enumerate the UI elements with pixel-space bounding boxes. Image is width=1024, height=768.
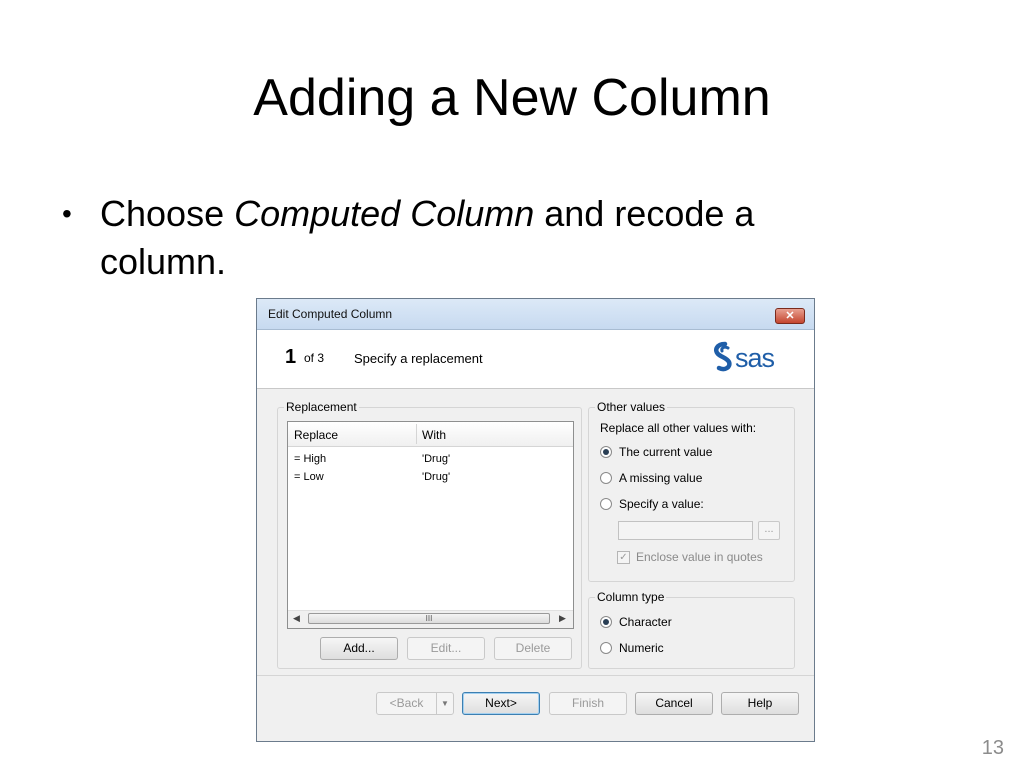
other-values-group-label: Other values	[595, 400, 668, 414]
scroll-thumb[interactable]: III	[308, 613, 550, 624]
radio-label: The current value	[619, 445, 713, 459]
step-title: Specify a replacement	[354, 351, 483, 366]
sas-logo: sas	[714, 341, 776, 373]
chevron-down-icon: ▼	[441, 699, 449, 708]
footer-divider	[257, 675, 814, 676]
dialog-title: Edit Computed Column	[268, 307, 393, 321]
radio-button[interactable]	[600, 616, 612, 628]
sas-logo-text: sas	[735, 343, 775, 373]
browse-value-button[interactable]: ...	[758, 521, 780, 540]
next-button[interactable]: Next>	[462, 692, 540, 715]
replace-other-prompt: Replace all other values with:	[600, 421, 757, 435]
bullet-emphasis: Computed Column	[234, 193, 535, 234]
delete-button[interactable]: Delete	[494, 637, 572, 660]
table-row[interactable]: = Low 'Drug'	[288, 468, 573, 486]
cancel-button[interactable]: Cancel	[635, 692, 713, 715]
replacement-list[interactable]: Replace With = High 'Drug' = Low 'Drug' …	[287, 421, 574, 629]
column-type-group: Column type	[588, 590, 795, 669]
radio-label: A missing value	[619, 471, 703, 485]
slide-title: Adding a New Column	[253, 69, 771, 127]
column-header-replace[interactable]: Replace	[294, 428, 338, 442]
back-dropdown-button[interactable]: ▼	[436, 692, 454, 715]
radio-button[interactable]	[600, 642, 612, 654]
scroll-left-icon[interactable]: ◀	[293, 613, 300, 624]
bullet-dot: •	[62, 198, 72, 229]
wizard-header: 1 of 3 Specify a replacement sas	[257, 330, 814, 389]
list-header: Replace With	[288, 422, 573, 447]
slide-number: 13	[981, 737, 1004, 759]
step-count: of 3	[304, 351, 325, 365]
with-cell: 'Drug'	[422, 453, 451, 465]
radio-label: Numeric	[619, 641, 664, 655]
replace-cell: = Low	[294, 471, 324, 483]
with-cell: 'Drug'	[422, 471, 451, 483]
replacement-group-label: Replacement	[284, 400, 359, 414]
radio-label: Character	[619, 615, 672, 629]
scroll-grip-icon: III	[425, 614, 433, 623]
edit-button[interactable]: Edit...	[407, 637, 485, 660]
specify-value-input[interactable]	[618, 521, 753, 540]
step-number: 1	[285, 346, 297, 368]
column-type-group-label: Column type	[595, 590, 667, 604]
bullet-prefix: Choose	[100, 193, 235, 234]
add-button[interactable]: Add...	[320, 637, 398, 660]
close-button[interactable]: ✕	[775, 308, 805, 324]
scroll-right-icon[interactable]: ▶	[559, 613, 566, 624]
back-button[interactable]: <Back	[376, 692, 437, 715]
table-row[interactable]: = High 'Drug'	[288, 450, 573, 468]
replace-cell: = High	[294, 453, 327, 465]
finish-button[interactable]: Finish	[549, 692, 627, 715]
column-separator[interactable]	[416, 424, 417, 444]
checkbox-box[interactable]: ✓	[617, 551, 630, 564]
help-button[interactable]: Help	[721, 692, 799, 715]
radio-button[interactable]	[600, 472, 612, 484]
checkbox-label: Enclose value in quotes	[636, 550, 763, 564]
bullet-text: Choose Computed Column and recode a colu…	[100, 190, 880, 286]
edit-computed-column-dialog: Edit Computed Column ✕ 1 of 3 Specify a …	[256, 298, 815, 742]
radio-button[interactable]	[600, 446, 612, 458]
radio-button[interactable]	[600, 498, 612, 510]
dialog-titlebar[interactable]: Edit Computed Column ✕	[257, 299, 814, 330]
close-icon: ✕	[785, 310, 795, 322]
column-header-with[interactable]: With	[422, 428, 446, 442]
horizontal-scrollbar[interactable]: ◀ III ▶	[288, 610, 573, 628]
radio-label: Specify a value:	[619, 497, 704, 511]
